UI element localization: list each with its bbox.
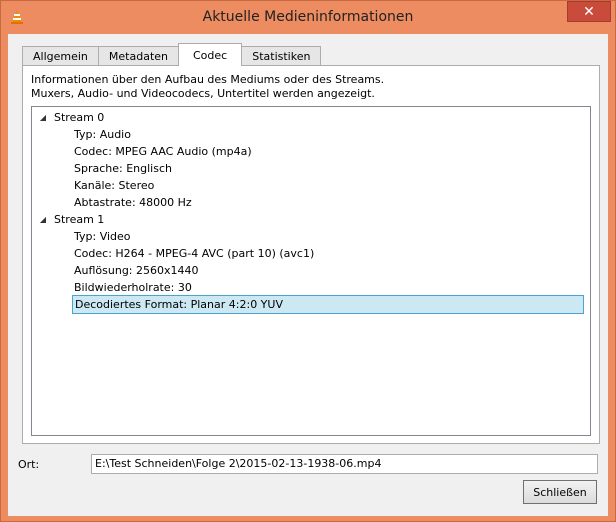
- tree-item[interactable]: Abtastrate: 48000 Hz: [74, 194, 192, 211]
- location-label: Ort:: [18, 458, 40, 471]
- tree-item[interactable]: Typ: Video: [74, 228, 131, 245]
- location-field[interactable]: E:\Test Schneiden\Folge 2\2015-02-13-193…: [91, 454, 598, 474]
- description-line-1: Informationen über den Aufbau des Medium…: [31, 73, 385, 86]
- close-button[interactable]: Schließen: [523, 480, 597, 504]
- tree-item[interactable]: Codec: H264 - MPEG-4 AVC (part 10) (avc1…: [74, 245, 314, 262]
- collapse-arrow-icon[interactable]: ◢: [38, 109, 48, 126]
- tree-item[interactable]: Bildwiederholrate: 30: [74, 279, 192, 296]
- tab-allgemein[interactable]: Allgemein: [22, 46, 99, 66]
- tab-metadaten[interactable]: Metadaten: [97, 46, 179, 66]
- codec-tree[interactable]: ◢ Stream 0 Typ: Audio Codec: MPEG AAC Au…: [31, 106, 591, 436]
- codec-description: Informationen über den Aufbau des Medium…: [31, 73, 384, 101]
- title-bar[interactable]: Aktuelle Medieninformationen ✕: [1, 1, 615, 34]
- tree-item[interactable]: Kanäle: Stereo: [74, 177, 154, 194]
- dialog-client-area: Allgemein Metadaten Codec Statistiken In…: [8, 34, 608, 516]
- window-title: Aktuelle Medieninformationen: [202, 9, 414, 25]
- collapse-arrow-icon[interactable]: ◢: [38, 211, 48, 228]
- tree-item[interactable]: Typ: Audio: [74, 126, 131, 143]
- stream-1-label: Stream 1: [54, 213, 105, 226]
- tab-statistiken[interactable]: Statistiken: [241, 46, 322, 66]
- stream-0-label: Stream 0: [54, 111, 105, 124]
- tree-node-stream-1[interactable]: ◢ Stream 1: [38, 211, 578, 228]
- media-info-window: Aktuelle Medieninformationen ✕ Allgemein…: [0, 0, 616, 522]
- codec-tab-panel: Informationen über den Aufbau des Medium…: [22, 65, 600, 444]
- tab-codec[interactable]: Codec: [178, 43, 243, 66]
- close-icon: ✕: [583, 3, 595, 20]
- window-close-button[interactable]: ✕: [567, 1, 611, 22]
- description-line-2: Muxers, Audio- und Videocodecs, Untertit…: [31, 87, 375, 100]
- tree-item[interactable]: Sprache: Englisch: [74, 160, 172, 177]
- tree-item[interactable]: Auflösung: 2560x1440: [74, 262, 199, 279]
- tab-bar: Allgemein Metadaten Codec Statistiken: [22, 43, 322, 66]
- tree-item-selected[interactable]: Decodiertes Format: Planar 4:2:0 YUV: [72, 295, 584, 314]
- tree-node-stream-0[interactable]: ◢ Stream 0: [38, 109, 578, 126]
- tree-item[interactable]: Codec: MPEG AAC Audio (mp4a): [74, 143, 252, 160]
